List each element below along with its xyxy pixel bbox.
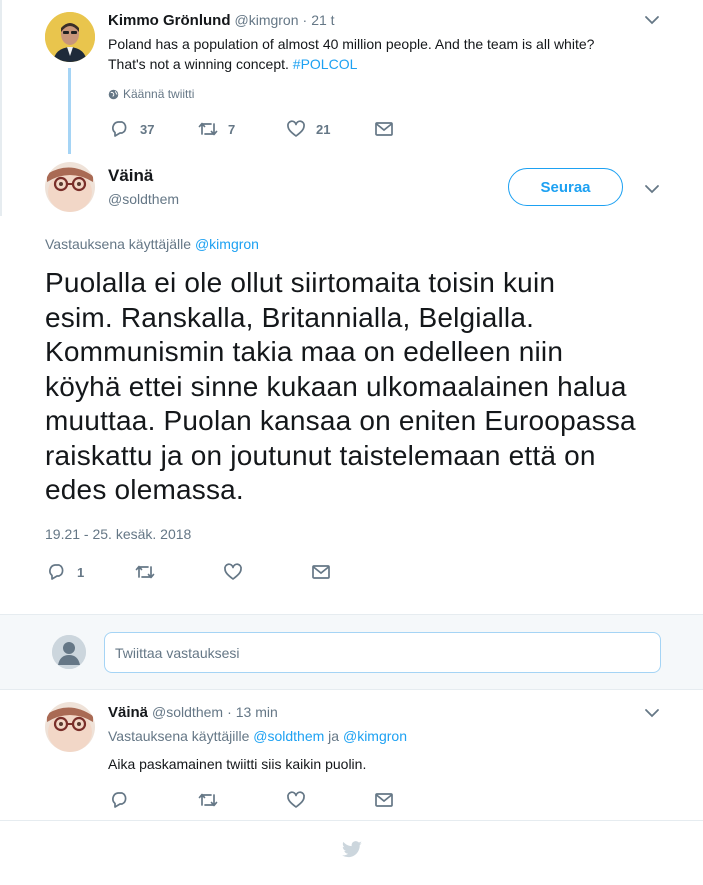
reply-to-handle-link[interactable]: @kimgron — [195, 236, 259, 252]
avatar-photo-icon — [45, 12, 95, 62]
default-user-icon — [52, 635, 86, 669]
retweet-icon — [135, 565, 155, 579]
tweet-text-line: köyhä ettei sinne kukaan ulkomaalainen h… — [45, 370, 627, 402]
chevron-down-icon[interactable] — [644, 708, 660, 718]
tweet-text-line: raiskattu ja on joutunut taistelemaan et… — [45, 439, 596, 471]
reply-count: 37 — [140, 121, 155, 137]
reply-context-and: ja — [324, 728, 343, 744]
like-action[interactable] — [286, 791, 306, 809]
retweet-icon — [198, 793, 218, 807]
reply-icon — [112, 792, 127, 808]
follow-button[interactable]: Seuraa — [508, 168, 623, 206]
author-name[interactable]: Väinä — [108, 166, 153, 186]
tweet-text-line: Poland has a population of almost 40 mil… — [108, 36, 595, 52]
avatar-photo-icon — [45, 162, 95, 212]
chevron-down-icon[interactable] — [644, 15, 660, 25]
tweet-text-line: muuttaa. Puolan kansaa on eniten Euroopa… — [45, 405, 636, 436]
tweet-text-line: That's not a winning concept. #POLCOL — [108, 54, 688, 74]
reply-context-prefix: Vastauksena käyttäjille — [108, 728, 254, 744]
tweet-header: Väinä @soldthem · 13 min — [108, 702, 278, 722]
reply-count: 1 — [77, 564, 85, 580]
tweet-text-plain: That's not a winning concept. — [108, 56, 293, 72]
reply-action[interactable]: 37 — [110, 120, 154, 138]
chevron-down-icon[interactable] — [644, 184, 660, 194]
reply-context: Vastauksena käyttäjälle @kimgron — [45, 236, 259, 252]
dm-action[interactable] — [374, 120, 394, 138]
separator: · — [302, 12, 308, 28]
reply-action[interactable]: 1 — [47, 563, 84, 581]
dm-icon — [312, 565, 330, 579]
avatar[interactable] — [45, 12, 95, 62]
avatar[interactable] — [45, 702, 95, 752]
translate-link[interactable]: Käännä twiitti — [108, 87, 194, 101]
reply-action[interactable] — [110, 791, 130, 809]
like-icon — [287, 791, 305, 808]
author-name[interactable]: Kimmo Grönlund — [108, 12, 231, 29]
reply-tweet[interactable]: Väinä @soldthem · 13 min Vastauksena käy… — [0, 690, 703, 820]
reply-placeholder: Twiittaa vastauksesi — [115, 644, 240, 661]
tweet-text: Aika paskamainen twiitti siis kaikin puo… — [108, 756, 367, 772]
reply-compose-bar: Twiittaa vastauksesi — [0, 614, 703, 690]
retweet-action[interactable] — [198, 791, 218, 809]
thread-line — [68, 68, 71, 154]
reply-to-handle-link[interactable]: @kimgron — [343, 728, 407, 744]
like-icon — [224, 563, 242, 580]
retweet-action[interactable] — [135, 563, 155, 581]
dm-action[interactable] — [374, 791, 394, 809]
reply-to-handle-link[interactable]: @soldthem — [253, 728, 324, 744]
like-action[interactable] — [223, 563, 243, 581]
separator: · — [227, 704, 232, 720]
tweet-text-line: edes olemassa. — [45, 474, 244, 505]
globe-icon — [108, 89, 119, 99]
tweet-text: Puolalla ei ole ollut siirtomaita toisin… — [45, 266, 695, 508]
avatar[interactable] — [45, 162, 95, 212]
avatar — [52, 635, 86, 669]
retweet-action[interactable]: 7 — [198, 120, 235, 138]
retweet-icon — [198, 122, 218, 136]
dm-icon — [375, 793, 393, 807]
translate-label: Käännä twiitti — [123, 87, 195, 101]
tweet-time[interactable]: 13 min — [236, 704, 278, 720]
hashtag-link[interactable]: #POLCOL — [293, 56, 358, 72]
tweet-timestamp[interactable]: 19.21 - 25. kesäk. 2018 — [45, 526, 191, 542]
main-tweet: Väinä @soldthem Seuraa Vastauksena käytt… — [0, 150, 703, 614]
like-icon — [287, 120, 305, 137]
dm-action[interactable] — [311, 563, 331, 581]
avatar-photo-icon — [45, 702, 95, 752]
tweet-text-line: Kommunismin takia maa on edelleen niin — [45, 336, 564, 367]
tweet-text: Poland has a population of almost 40 mil… — [108, 34, 688, 74]
reply-context: Vastauksena käyttäjille @soldthem ja @ki… — [108, 728, 407, 744]
like-action[interactable]: 21 — [286, 120, 330, 138]
tweet-header: Kimmo Grönlund @kimgron · 21 t — [108, 10, 335, 30]
reply-icon — [112, 121, 127, 137]
reply-context-prefix: Vastauksena käyttäjälle — [45, 236, 195, 252]
tweet-time[interactable]: 21 t — [311, 12, 334, 28]
author-handle[interactable]: @kimgron — [235, 12, 299, 28]
author-name[interactable]: Väinä — [108, 704, 148, 721]
author-handle[interactable]: @soldthem — [108, 191, 179, 207]
reply-input[interactable]: Twiittaa vastauksesi — [104, 632, 661, 673]
timeline-footer — [0, 820, 703, 885]
twitter-bird-icon — [342, 841, 362, 858]
retweet-count: 7 — [228, 121, 236, 137]
author-handle[interactable]: @soldthem — [152, 704, 223, 720]
reply-icon — [49, 564, 64, 580]
dm-icon — [375, 122, 393, 136]
like-count: 21 — [316, 121, 331, 137]
tweet-text-line: Puolalla ei ole ollut siirtomaita toisin… — [45, 267, 556, 298]
tweet-text-line: esim. Ranskalla, Britannialla, Belgialla… — [45, 301, 535, 333]
parent-tweet[interactable]: Kimmo Grönlund @kimgron · 21 t Poland ha… — [0, 0, 703, 154]
